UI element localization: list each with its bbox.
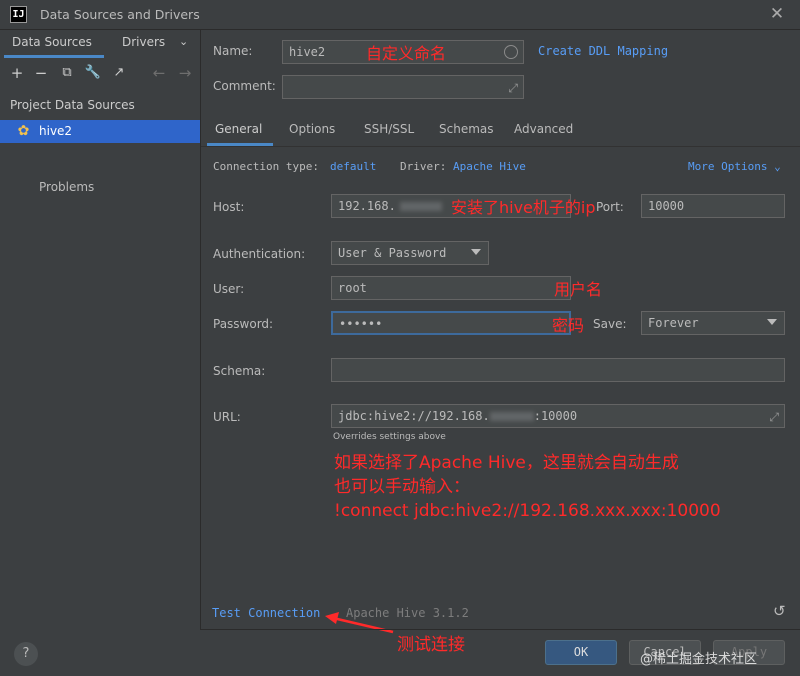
comment-input[interactable]: ⤢ <box>282 75 524 99</box>
chevron-down-icon[interactable]: ⌄ <box>179 35 188 48</box>
duplicate-icon[interactable]: ⧉ <box>58 64 76 82</box>
password-value: •••••• <box>339 317 383 331</box>
overrides-note: Overrides settings above <box>333 432 446 442</box>
left-tabs: Data Sources Drivers ⌄ <box>0 30 201 58</box>
connection-type-link[interactable]: default <box>330 160 376 173</box>
tab-ssh-ssl[interactable]: SSH/SSL <box>364 122 414 136</box>
annotation-host: 安装了hive机子的ip <box>451 198 596 217</box>
tab-options[interactable]: Options <box>289 122 335 136</box>
host-value: 192.168. <box>338 199 396 213</box>
project-data-sources-heading: Project Data Sources <box>10 98 135 112</box>
save-value: Forever <box>648 316 699 330</box>
expand-icon[interactable]: ⤢ <box>769 406 779 428</box>
ok-button[interactable]: OK <box>545 640 617 665</box>
settings-panel: Name: hive2 自定义命名 Create DDL Mapping Com… <box>201 30 800 655</box>
schema-label: Schema: <box>213 364 266 378</box>
window-title: Data Sources and Drivers <box>40 7 200 22</box>
left-panel: Data Sources Drivers ⌄ + − ⧉ 🔧 ↗ ← → Pro… <box>0 30 201 630</box>
dropdown-arrow-icon <box>471 249 481 255</box>
annotation-arrow <box>325 612 394 634</box>
redacted-blur <box>399 202 442 211</box>
tabs-divider <box>201 146 800 147</box>
title-bar: IJ Data Sources and Drivers ✕ <box>0 0 800 30</box>
create-ddl-mapping-link[interactable]: Create DDL Mapping <box>538 44 668 58</box>
back-arrow-icon[interactable]: ← <box>150 64 168 82</box>
authentication-select[interactable]: User & Password <box>331 241 489 265</box>
left-toolbar: + − ⧉ 🔧 ↗ ← → <box>0 61 201 87</box>
annotation-url-line2: 也可以手动输入： <box>334 477 470 497</box>
tab-schemas[interactable]: Schemas <box>439 122 494 136</box>
color-picker-icon[interactable] <box>504 45 518 59</box>
annotation-url: 如果选择了Apache Hive，这里就会自动生成 也可以手动输入： !conn… <box>334 451 721 523</box>
test-connection-link[interactable]: Test Connection <box>212 606 320 620</box>
url-label: URL: <box>213 410 241 424</box>
chevron-down-icon: ⌄ <box>774 160 781 173</box>
annotation-password: 密码 <box>552 316 585 335</box>
password-label: Password: <box>213 317 274 331</box>
annotation-url-line1: 如果选择了Apache Hive，这里就会自动生成 <box>334 453 679 473</box>
reset-icon[interactable]: ↺ <box>773 602 786 620</box>
port-label: Port: <box>596 200 624 214</box>
annotation-user: 用户名 <box>554 280 603 299</box>
tab-general[interactable]: General <box>215 122 262 136</box>
jump-to-icon[interactable]: ↗ <box>110 64 128 82</box>
url-input[interactable]: jdbc:hive2://192.168. :10000 ⤢ <box>331 404 785 428</box>
tab-drivers[interactable]: Drivers <box>122 35 165 49</box>
user-label: User: <box>213 282 245 296</box>
name-value: hive2 <box>289 45 326 59</box>
annotation-test-connection: 测试连接 <box>397 635 465 655</box>
dropdown-arrow-icon <box>767 319 777 325</box>
more-options-link[interactable]: More Options ⌄ <box>688 160 781 173</box>
save-select[interactable]: Forever <box>641 311 785 335</box>
add-icon[interactable]: + <box>8 64 26 82</box>
url-value: jdbc:hive2://192.168. <box>338 409 490 423</box>
data-source-item-hive2[interactable]: ✿ hive2 <box>0 120 200 143</box>
comment-label: Comment: <box>213 79 276 93</box>
expand-icon[interactable]: ⤢ <box>508 77 518 99</box>
more-options-label: More Options <box>688 160 768 173</box>
footer-divider <box>201 629 800 630</box>
hive-bee-icon: ✿ <box>17 123 30 139</box>
tab-advanced[interactable]: Advanced <box>514 122 573 136</box>
annotation-name: 自定义命名 <box>366 44 447 63</box>
wrench-icon[interactable]: 🔧 <box>84 64 102 82</box>
host-label: Host: <box>213 200 245 214</box>
active-tab-indicator <box>4 55 104 58</box>
port-value: 10000 <box>648 199 685 213</box>
authentication-label: Authentication: <box>213 247 306 261</box>
watermark: @稀土掘金技术社区 <box>640 652 758 667</box>
driver-label: Driver: <box>400 160 447 173</box>
name-label: Name: <box>213 44 253 58</box>
tab-data-sources[interactable]: Data Sources <box>12 35 92 49</box>
forward-arrow-icon[interactable]: → <box>176 64 194 82</box>
save-label: Save: <box>593 317 627 331</box>
driver-link[interactable]: Apache Hive <box>453 160 526 173</box>
data-source-label: hive2 <box>39 124 73 138</box>
port-input[interactable]: 10000 <box>641 194 785 218</box>
help-button[interactable]: ? <box>14 642 38 666</box>
connection-type-label: Connection type: <box>213 160 319 173</box>
user-value: root <box>338 281 367 295</box>
annotation-url-line3: !connect jdbc:hive2://192.168.xxx.xxx:10… <box>334 501 721 521</box>
problems-item[interactable]: Problems <box>39 180 94 194</box>
remove-icon[interactable]: − <box>32 64 50 82</box>
intellij-logo-icon: IJ <box>10 6 27 23</box>
url-suffix: :10000 <box>533 409 578 423</box>
authentication-value: User & Password <box>338 246 447 260</box>
schema-input[interactable] <box>331 358 785 382</box>
redacted-blur <box>489 412 534 421</box>
close-icon[interactable]: ✕ <box>766 3 788 25</box>
user-input[interactable]: root <box>331 276 571 300</box>
password-input[interactable]: •••••• <box>331 311 571 335</box>
